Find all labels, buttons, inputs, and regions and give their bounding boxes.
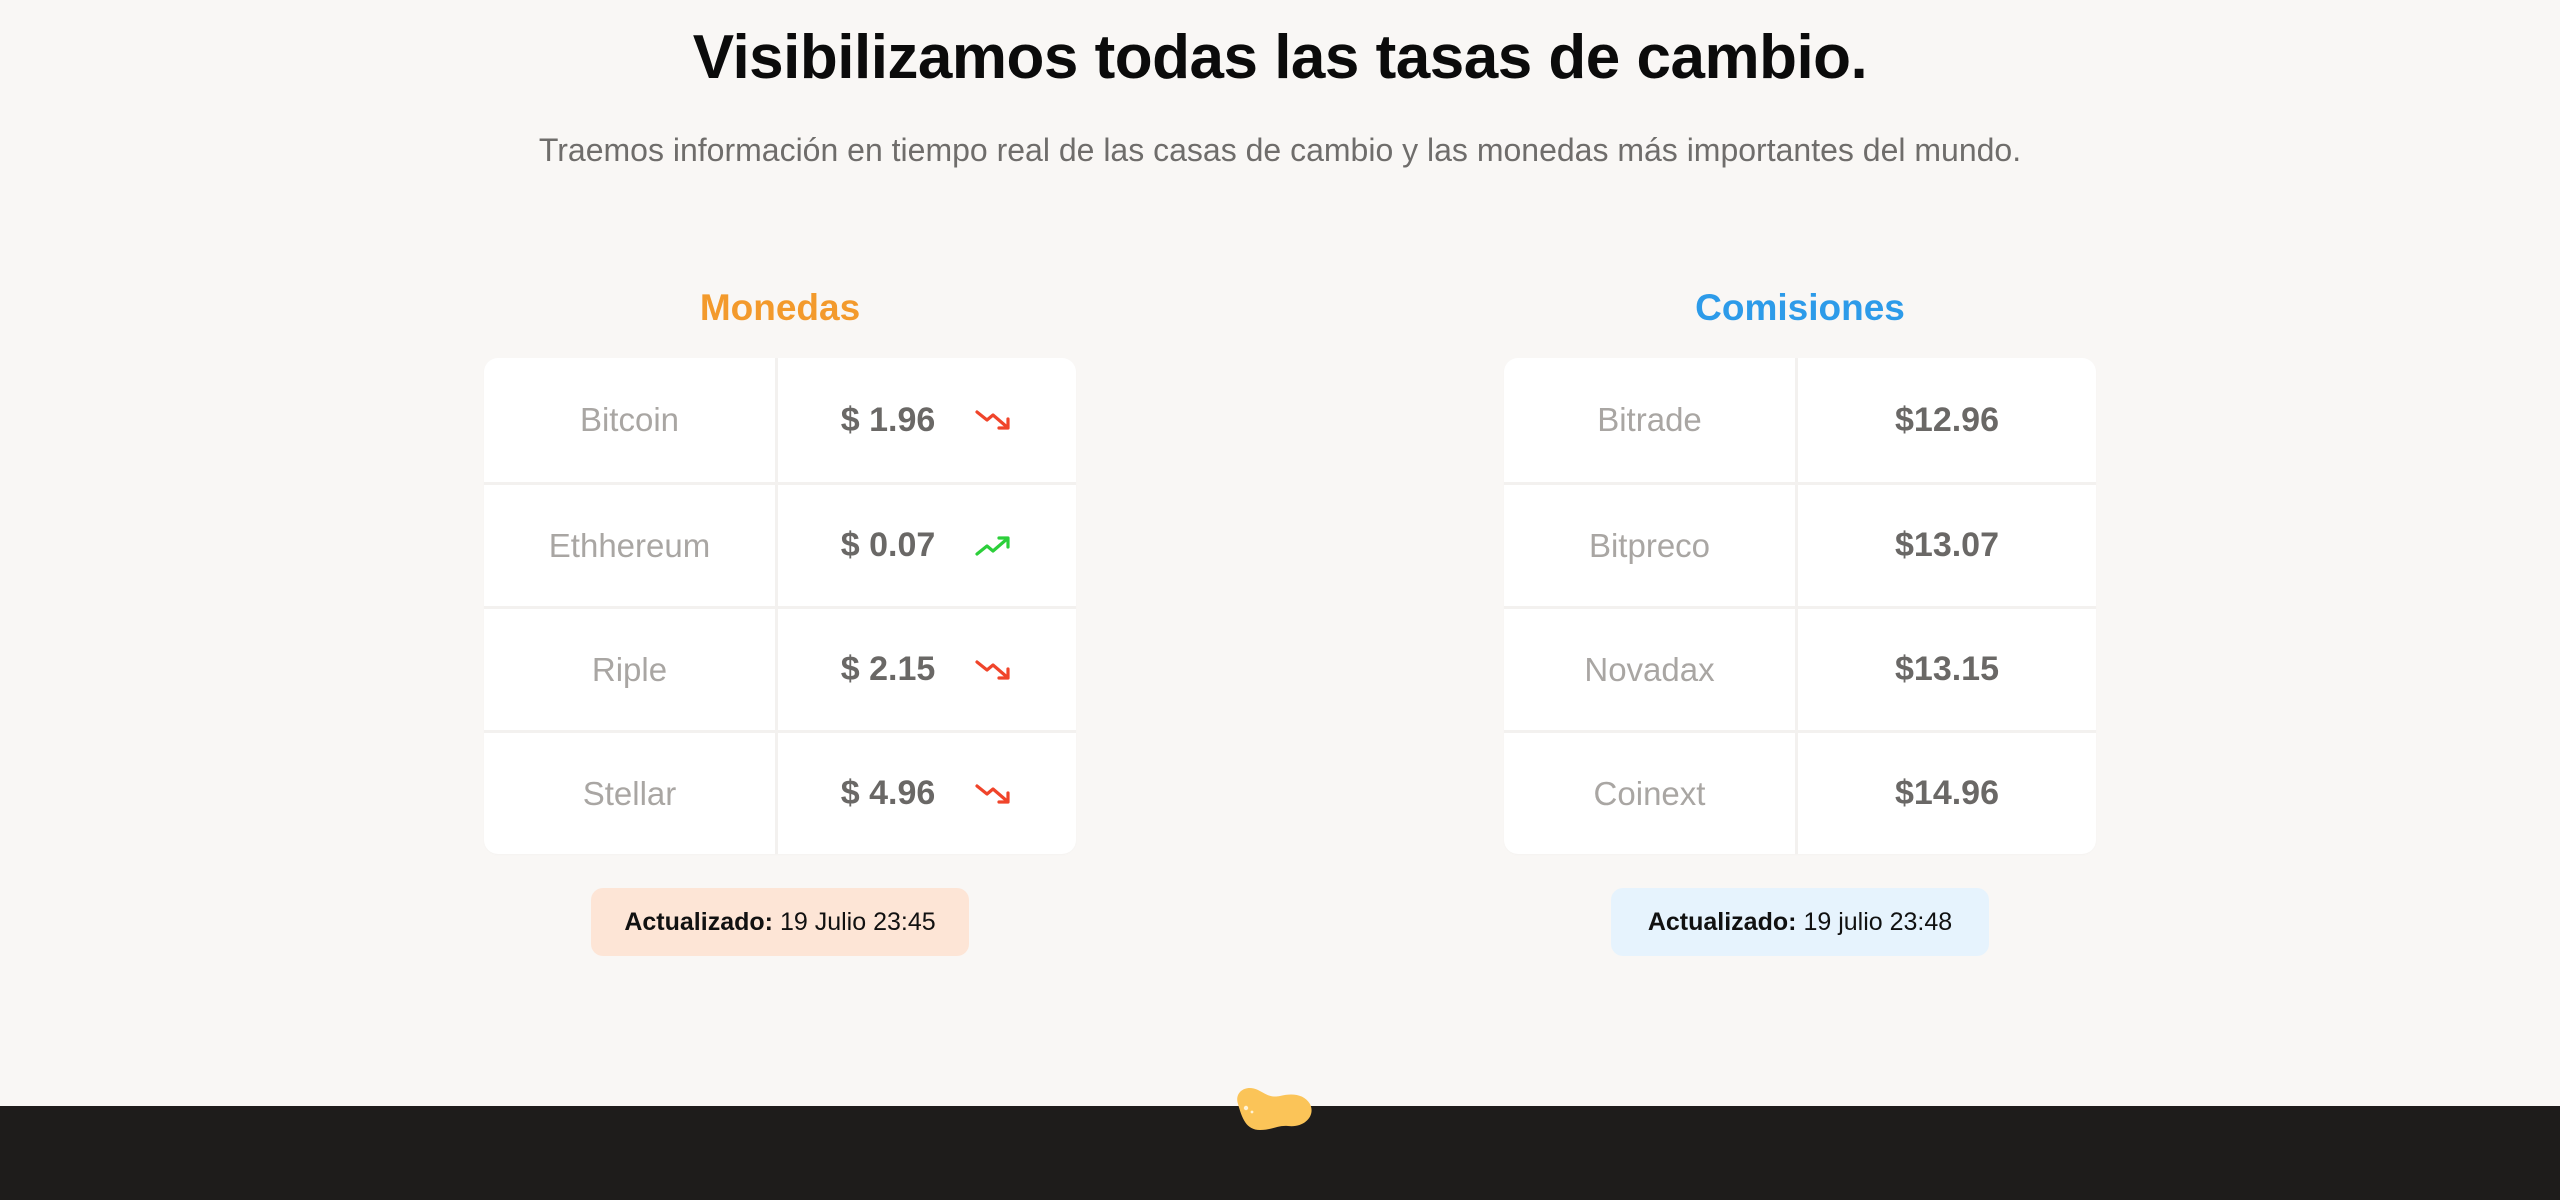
updated-label: Actualizado:: [624, 907, 773, 936]
monedas-table: Bitcoin $ 1.96 Ethhereum $ 0.07 Riple $ …: [484, 358, 1076, 854]
currency-value: $ 4.96: [840, 774, 936, 812]
currency-value-cell: $ 4.96: [778, 733, 1076, 854]
exchange-name: Bitrade: [1504, 358, 1798, 482]
table-row: Ethhereum $ 0.07: [484, 482, 1076, 606]
comisiones-title: Comisiones: [1695, 287, 1905, 328]
commission-value: $12.96: [1895, 400, 1999, 439]
table-row: Stellar $ 4.96: [484, 730, 1076, 854]
commission-value: $14.96: [1895, 774, 1999, 812]
table-row: Bitpreco $13.07: [1504, 482, 2096, 606]
updated-timestamp: 19 julio 23:48: [1803, 907, 1953, 936]
monedas-updated-badge: Actualizado: 19 Julio 23:45: [591, 888, 969, 956]
comisiones-table: Bitrade $12.96 Bitpreco $13.07 Novadax $…: [1504, 358, 2096, 854]
exchange-name: Bitpreco: [1504, 485, 1798, 606]
table-row: Bitcoin $ 1.96: [484, 358, 1076, 482]
currency-value-cell: $ 0.07: [778, 485, 1076, 606]
updated-timestamp: 19 Julio 23:45: [779, 907, 936, 936]
page-subtitle: Traemos información en tiempo real de la…: [538, 132, 2022, 168]
comisiones-updated-badge: Actualizado: 19 julio 23:48: [1611, 888, 1989, 956]
table-row: Coinext $14.96: [1504, 730, 2096, 854]
page-title: Visibilizamos todas las tasas de cambio.: [692, 23, 1868, 92]
trend-down-icon: [975, 407, 1013, 433]
trend-down-icon: [975, 781, 1013, 807]
table-row: Riple $ 2.15: [484, 606, 1076, 730]
currency-value-cell: $ 2.15: [778, 609, 1076, 730]
currency-value-cell: $ 1.96: [778, 358, 1076, 482]
exchange-name: Novadax: [1504, 609, 1798, 730]
updated-label: Actualizado:: [1647, 907, 1797, 936]
currency-value: $ 2.15: [840, 650, 936, 688]
currency-name: Stellar: [484, 733, 778, 854]
currency-name: Riple: [484, 609, 778, 730]
trend-up-icon: [975, 533, 1013, 559]
currency-value: $ 1.96: [840, 400, 936, 439]
comisiones-panel: Comisiones Bitrade $12.96 Bitpreco $13.0…: [1504, 280, 2096, 956]
monedas-title: Monedas: [699, 287, 861, 328]
commission-value: $13.15: [1895, 650, 1999, 688]
page: Visibilizamos todas las tasas de cambio.…: [0, 0, 2560, 1200]
currency-name: Ethhereum: [484, 485, 778, 606]
exchange-name: Coinext: [1504, 733, 1798, 854]
table-row: Bitrade $12.96: [1504, 358, 2096, 482]
table-row: Novadax $13.15: [1504, 606, 2096, 730]
trend-down-icon: [975, 657, 1013, 683]
monedas-panel: Monedas Bitcoin $ 1.96 Ethhereum $ 0.07: [484, 280, 1076, 956]
currency-name: Bitcoin: [484, 358, 778, 482]
mascot-blob-icon: [1232, 1082, 1314, 1134]
currency-value: $ 0.07: [840, 526, 936, 564]
commission-value: $13.07: [1895, 526, 1999, 564]
